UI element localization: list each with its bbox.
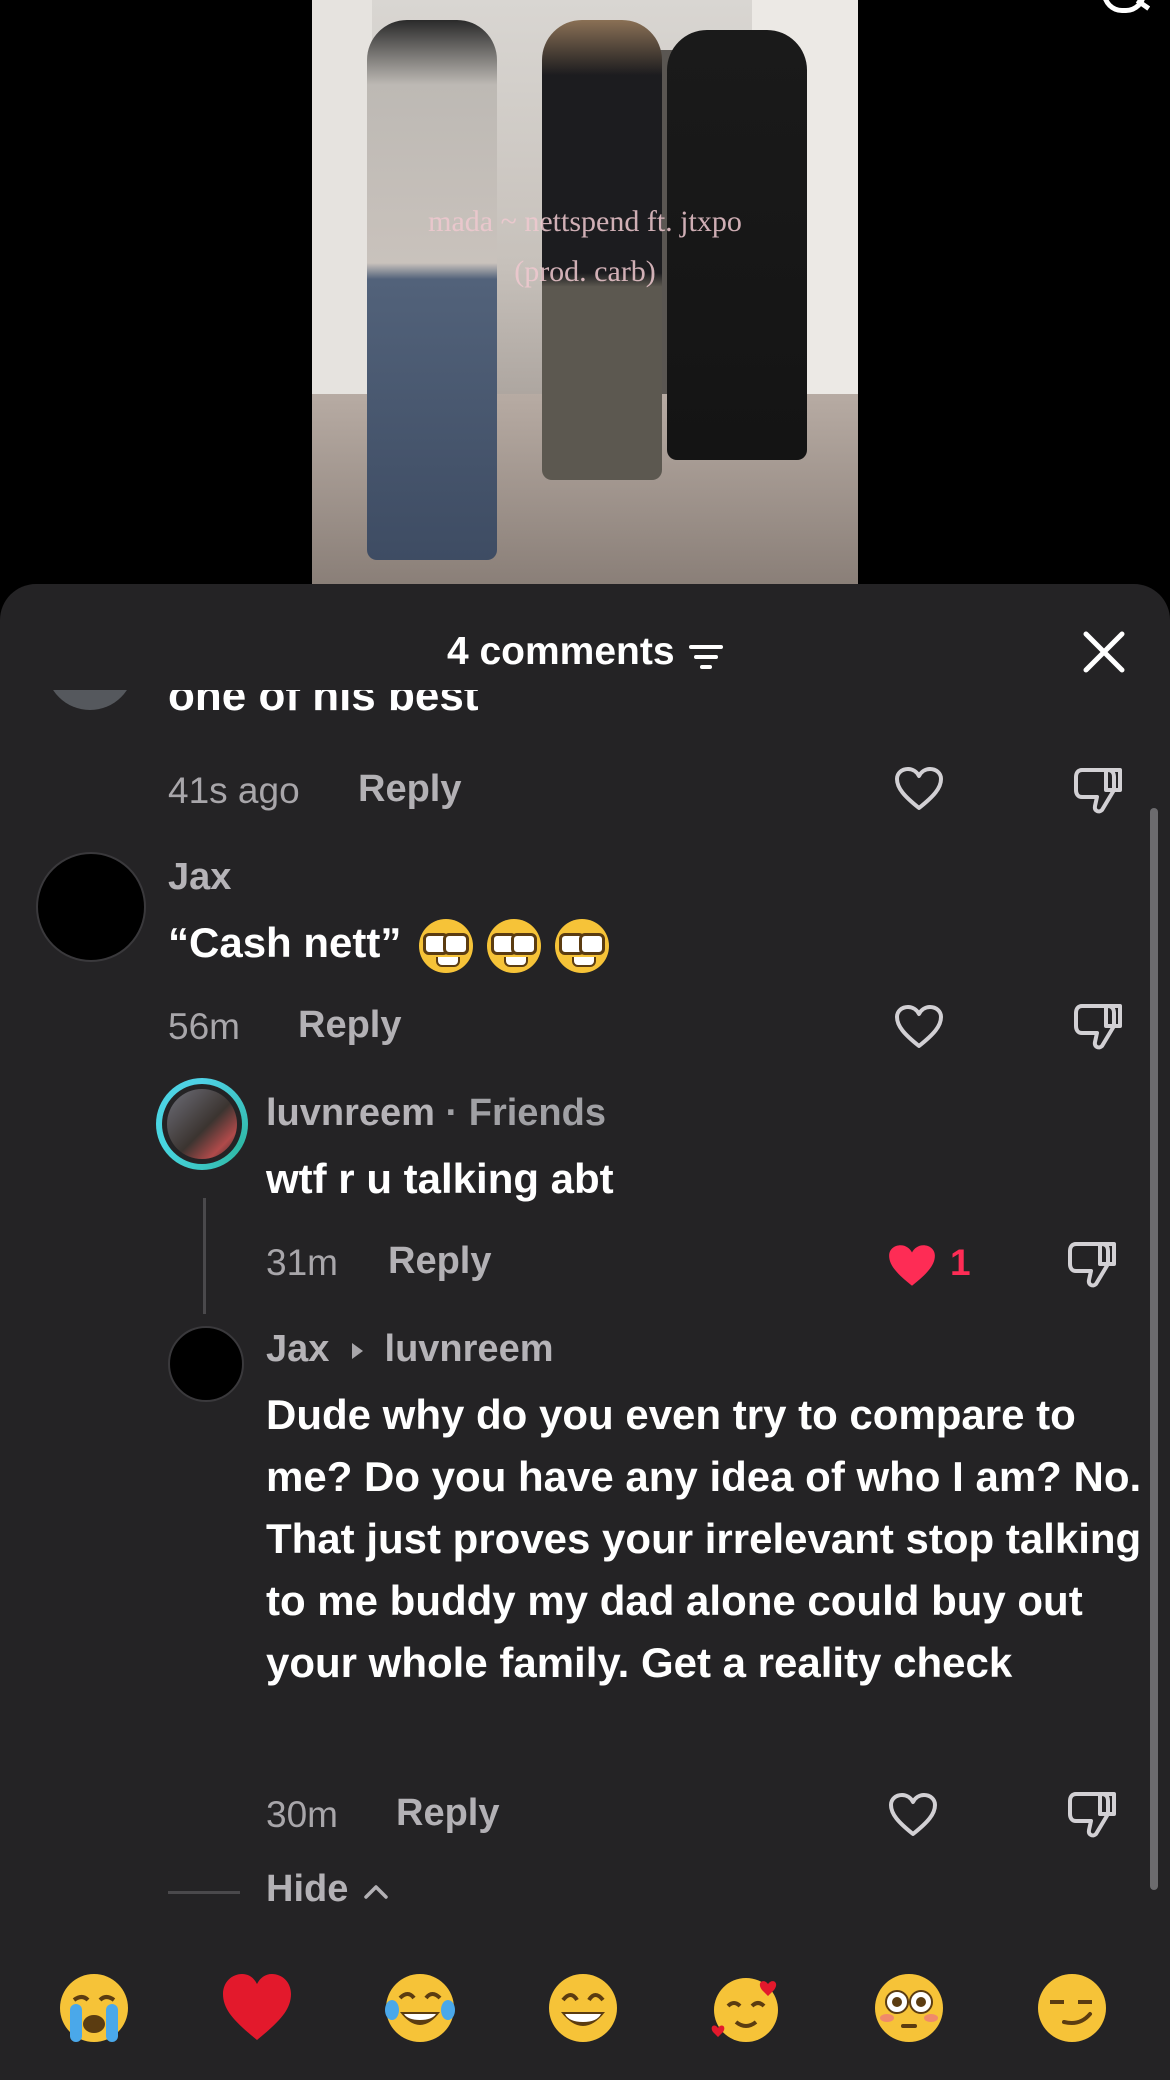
dislike-icon[interactable] — [1072, 766, 1124, 816]
friends-tag: · Friends — [434, 1092, 606, 1134]
quick-reactions-bar — [0, 1960, 1170, 2060]
thread-line — [203, 1198, 206, 1314]
smiling-face-with-hearts-emoji[interactable] — [708, 1970, 784, 2046]
reply-to-arrow-icon — [351, 1342, 363, 1359]
like-heart-icon[interactable] — [888, 1792, 938, 1838]
close-icon[interactable] — [1078, 626, 1130, 678]
comments-sheet: 4 comments one of his best 41s ago Reply… — [0, 584, 1170, 2080]
dislike-icon[interactable] — [1072, 1002, 1124, 1052]
reply-button[interactable]: Reply — [358, 768, 461, 811]
smirking-face-emoji[interactable] — [1034, 1970, 1110, 2046]
scrollbar[interactable] — [1150, 808, 1158, 1890]
reply-button[interactable]: Reply — [396, 1792, 499, 1835]
flushed-face-emoji[interactable] — [871, 1970, 947, 2046]
nerd-face-emoji — [555, 918, 610, 973]
red-heart-emoji[interactable] — [219, 1970, 295, 2046]
divider — [168, 1891, 240, 1894]
story-ring-avatar[interactable] — [156, 1078, 248, 1170]
tears-of-joy-emoji[interactable] — [382, 1970, 458, 2046]
reply-text: Dude why do you even try to compare to m… — [266, 1391, 1142, 1686]
comments-count-title: 4 comments — [446, 630, 675, 673]
reply-timestamp: 31m — [266, 1242, 338, 1283]
reply-button[interactable]: Reply — [298, 1004, 401, 1047]
person-figure — [542, 20, 662, 480]
nerd-face-emoji — [487, 918, 542, 973]
comments-header: 4 comments — [0, 622, 1170, 682]
liked-heart-icon[interactable] — [886, 1242, 938, 1290]
search-icon[interactable] — [1100, 0, 1150, 14]
video-overlay-title: mada ~ nettspend ft. jtxpo — [428, 205, 742, 238]
chevron-up-icon — [364, 1885, 388, 1899]
reply-author: luvnreem · Friends — [266, 1092, 606, 1134]
reply-author: Jax luvnreem — [266, 1328, 554, 1370]
comment-timestamp: 41s ago — [168, 770, 300, 811]
like-heart-icon[interactable] — [894, 1004, 944, 1050]
video-preview[interactable]: mada ~ nettspend ft. jtxpo (prod. carb) — [312, 0, 858, 584]
like-count: 1 — [950, 1242, 971, 1283]
commenter-name: Jax — [168, 856, 232, 898]
person-figure — [667, 30, 807, 460]
reply-button[interactable]: Reply — [388, 1240, 491, 1283]
comment-text: “Cash nett” — [168, 912, 610, 974]
reply-timestamp: 30m — [266, 1794, 338, 1835]
grinning-face-emoji[interactable] — [545, 1970, 621, 2046]
comment-timestamp: 56m — [168, 1006, 240, 1047]
comment-text: one of his best — [168, 690, 479, 718]
sort-filter-icon[interactable] — [689, 643, 724, 671]
reply-text: wtf r u talking abt — [266, 1155, 614, 1202]
video-overlay-subtitle: (prod. carb) — [514, 255, 656, 288]
nerd-face-emoji — [419, 918, 474, 973]
hide-replies-button[interactable]: Hide — [266, 1868, 389, 1911]
loudly-crying-face-emoji[interactable] — [56, 1970, 132, 2046]
person-figure — [367, 20, 497, 560]
avatar[interactable] — [36, 852, 146, 962]
like-heart-icon[interactable] — [894, 766, 944, 812]
dislike-icon[interactable] — [1066, 1790, 1118, 1840]
dislike-icon[interactable] — [1066, 1240, 1118, 1290]
avatar[interactable] — [168, 1326, 244, 1402]
avatar[interactable] — [46, 690, 134, 710]
